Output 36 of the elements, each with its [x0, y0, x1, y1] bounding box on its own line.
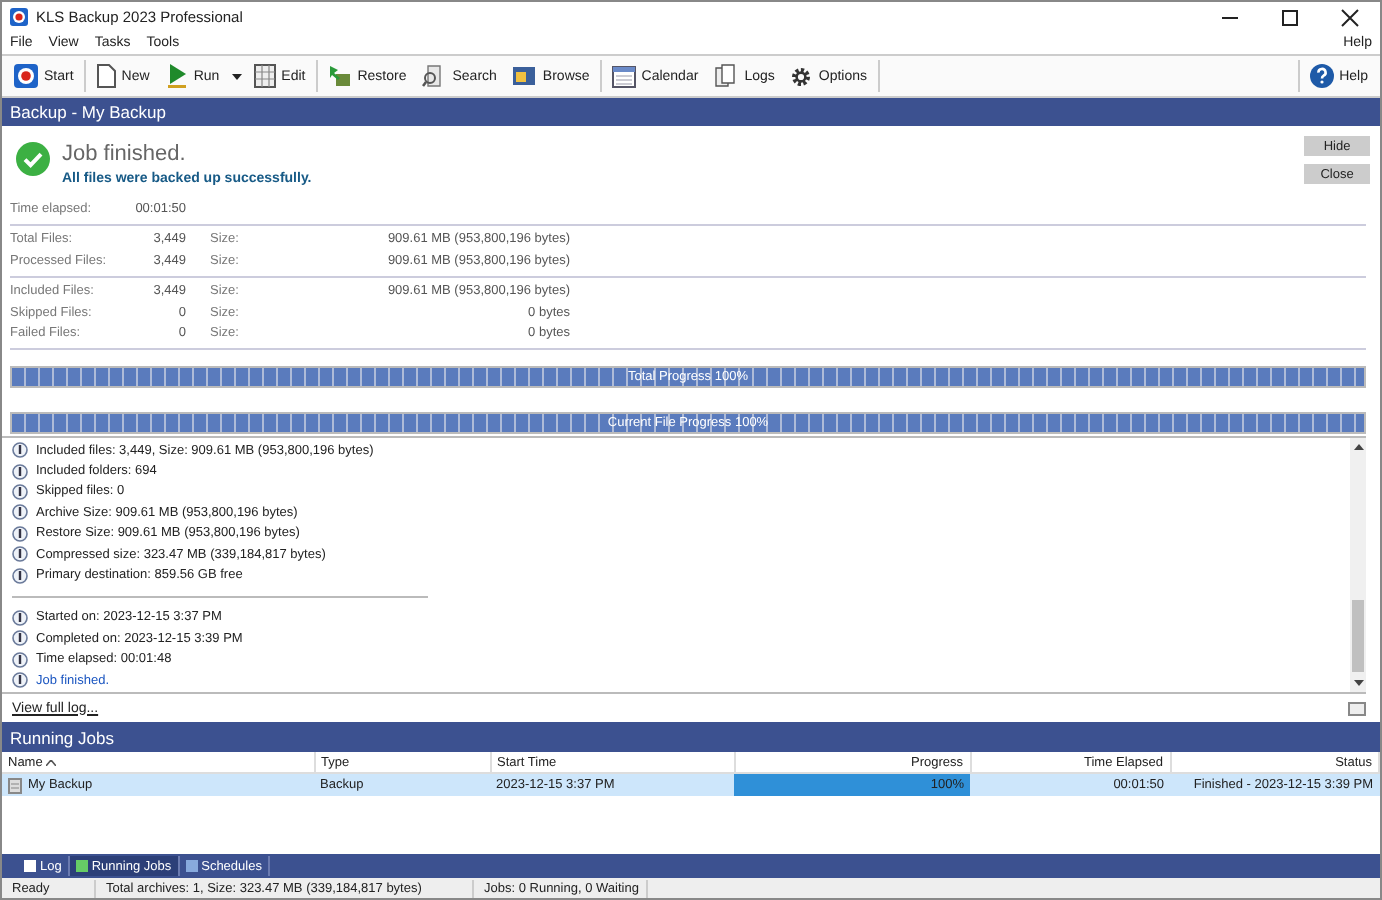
- tab-icon: [185, 860, 198, 872]
- tab-icon: [75, 860, 88, 872]
- scrollbar[interactable]: [1350, 438, 1366, 692]
- restore-icon: [327, 64, 352, 88]
- info-icon: [12, 483, 28, 500]
- job-status-title: Job finished.: [62, 142, 188, 166]
- tab-icon: [24, 860, 36, 872]
- documents-icon: [714, 64, 739, 88]
- info-icon: [12, 525, 28, 542]
- info-icon: [12, 504, 28, 521]
- info-icon: [12, 672, 28, 689]
- scroll-down-icon[interactable]: [1353, 680, 1363, 686]
- info-icon: [12, 463, 28, 480]
- info-icon: [12, 442, 28, 459]
- info-icon: [12, 651, 28, 668]
- section-header: Running Jobs: [2, 722, 1380, 752]
- scroll-up-icon[interactable]: [1353, 444, 1363, 450]
- info-icon: [12, 609, 28, 626]
- play-icon: [165, 64, 188, 88]
- calendar-icon: [611, 65, 636, 87]
- section-header: Backup - My Backup: [2, 98, 1380, 126]
- checkmark-icon: [16, 142, 50, 176]
- new-document-icon: [95, 64, 116, 88]
- spreadsheet-icon: [253, 64, 276, 88]
- record-icon: [14, 64, 38, 88]
- info-icon: [12, 630, 28, 647]
- job-icon: [8, 777, 22, 793]
- info-icon: [12, 567, 28, 584]
- dropdown-arrow-icon[interactable]: [227, 73, 246, 79]
- settings-icon: [790, 65, 813, 87]
- minimize-panel-icon[interactable]: [1348, 701, 1366, 715]
- help-icon: [1309, 64, 1334, 88]
- info-icon: [12, 546, 28, 563]
- app-logo-icon: [10, 8, 28, 26]
- window-icon: [512, 64, 537, 88]
- document-search-icon: [422, 64, 447, 88]
